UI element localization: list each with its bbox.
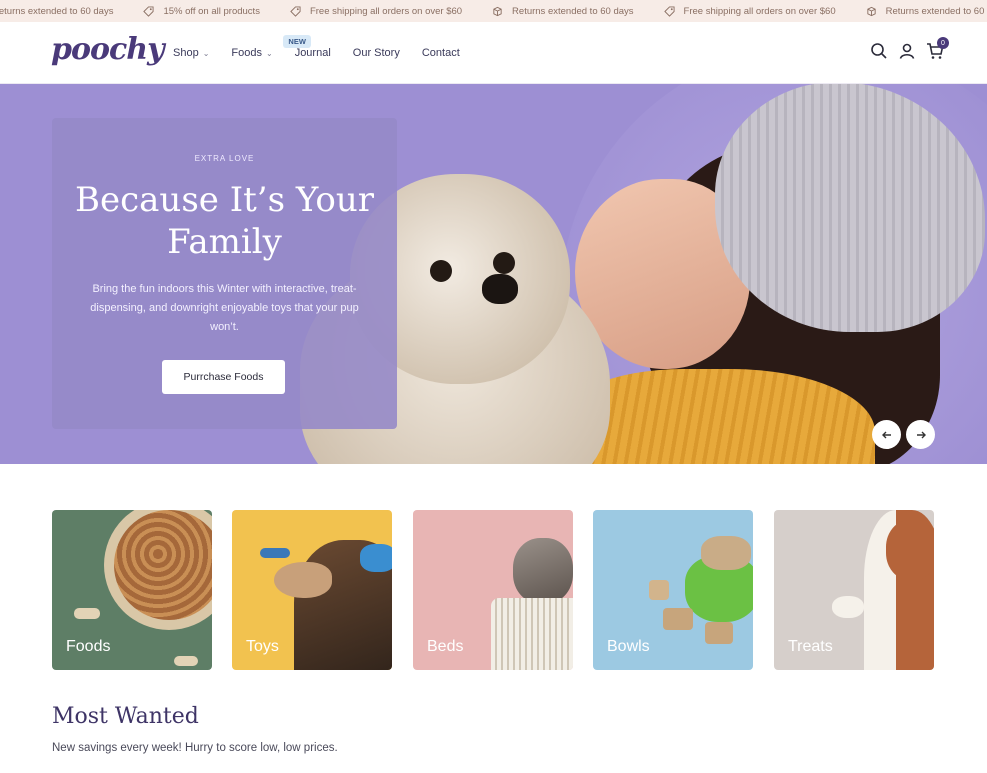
nav-item-our-story[interactable]: Our Story [353,47,400,59]
cart-count-badge: 0 [937,37,949,49]
announcement-text: 15% off on all products [163,5,260,17]
hero-card: EXTRA LOVE Because It’s Your Family Brin… [52,118,397,429]
dog-eye [493,252,515,274]
nav-label: Shop [173,47,199,59]
purchase-foods-button[interactable]: Purrchase Foods [162,360,285,394]
announcement-item: 15% off on all products [143,5,260,17]
tag-icon [290,5,301,17]
announcement-item: Free shipping all orders on over $60 [663,5,836,17]
hero-title: Because It’s Your Family [52,179,397,263]
announcement-text: Free shipping all orders on over $60 [683,5,836,17]
box-icon [493,6,502,16]
section-title: Most Wanted [52,704,199,729]
tag-icon [143,5,155,17]
announcement-item: Returns extended to 60 days [0,6,113,17]
main-nav: Shop ⌄ Foods ⌄ NEW Journal Our Story Con… [173,22,482,84]
chevron-down-icon: ⌄ [202,48,210,58]
category-label: Foods [66,638,111,655]
slider-prev-button[interactable] [872,420,901,449]
hero-eyebrow: EXTRA LOVE [194,154,255,163]
chevron-down-icon: ⌄ [265,48,273,58]
nav-label: Contact [421,47,460,59]
nav-label: Journal [294,47,331,59]
category-foods[interactable]: Foods [52,510,212,670]
hero-title-line: Family [167,222,282,262]
nav-label: Our Story [352,47,400,59]
header-icons: 0 [860,37,949,60]
nav-item-contact[interactable]: Contact [422,47,460,59]
tag-icon [663,5,675,17]
category-toys[interactable]: Toys [232,510,392,670]
announcement-item: Returns extended to 60 days [492,5,634,17]
announcement-text: Returns extended to 60 days [0,5,114,17]
search-icon[interactable] [870,42,888,60]
dog-eye [430,260,452,282]
box-icon [866,6,876,16]
category-label: Treats [788,638,833,655]
hero-title-line: Because It’s Your [75,180,374,220]
category-label: Toys [246,638,279,655]
dog-nose [482,274,518,304]
section-subtitle: New savings every week! Hurry to score l… [52,742,338,754]
category-treats[interactable]: Treats [774,510,934,670]
announcement-item: Free shipping all orders on over $60 [290,6,462,17]
arrow-left-icon [881,431,891,438]
announcement-text: Free shipping all orders on over $60 [309,5,463,17]
site-header: poochy Shop ⌄ Foods ⌄ NEW Journal Our St… [0,22,987,84]
category-beds[interactable]: Beds [413,510,573,670]
hero-description: Bring the fun indoors this Winter with i… [90,283,359,333]
announcement-text: Returns extended to 60 days [885,5,987,17]
arrow-right-icon [916,431,926,438]
site-logo[interactable]: poochy [51,32,165,67]
account-icon[interactable] [898,42,916,60]
slider-next-button[interactable] [906,420,935,449]
announcement-bar: Returns extended to 60 days 15% off on a… [0,0,987,22]
announcement-item: Returns extended to 60 days [866,6,987,17]
cart-icon[interactable]: 0 [926,37,949,60]
hero-banner: EXTRA LOVE Because It’s Your Family Brin… [0,84,987,464]
announcement-text: Returns extended to 60 days [512,5,634,17]
nav-item-foods[interactable]: Foods ⌄ NEW [231,35,311,59]
nav-item-journal[interactable]: Journal [295,47,331,59]
category-label: Bowls [607,638,650,655]
category-bowls[interactable]: Bowls [593,510,753,670]
nav-label: Foods [231,47,262,59]
category-label: Beds [427,638,464,655]
nav-item-shop[interactable]: Shop ⌄ [173,47,209,59]
